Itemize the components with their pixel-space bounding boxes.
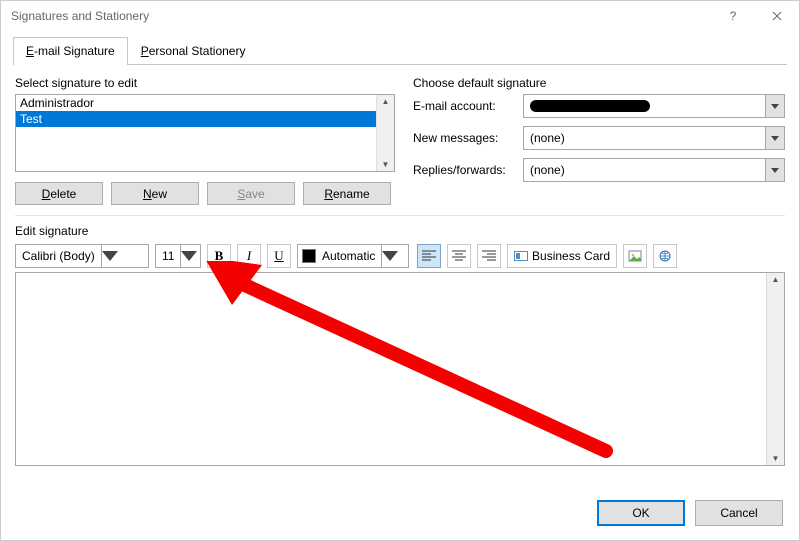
align-right-button[interactable] xyxy=(477,244,501,268)
email-account-label: E-mail account: xyxy=(413,99,523,113)
dialog-footer: OK Cancel xyxy=(1,484,799,540)
editor-scrollbar[interactable]: ▲ ▼ xyxy=(766,273,784,465)
cancel-button[interactable]: Cancel xyxy=(695,500,783,526)
tab-row: E-mail Signature Personal Stationery xyxy=(1,37,799,65)
dialog-window: Signatures and Stationery ? E-mail Signa… xyxy=(0,0,800,541)
hyperlink-icon xyxy=(658,250,672,262)
help-button[interactable]: ? xyxy=(711,1,755,31)
new-messages-combo[interactable]: (none) xyxy=(523,126,785,150)
signature-button-row: Delete New Save Rename xyxy=(15,182,395,205)
list-item[interactable]: Administrador xyxy=(16,95,394,111)
redacted-email xyxy=(530,100,650,112)
underline-button[interactable]: U xyxy=(267,244,291,268)
font-size-combo[interactable]: 11 xyxy=(155,244,201,268)
close-icon xyxy=(772,11,782,21)
default-signature-header: Choose default signature xyxy=(413,76,785,90)
left-panel: Select signature to edit Administrador T… xyxy=(15,76,395,205)
font-color-combo[interactable]: Automatic xyxy=(297,244,409,268)
new-messages-label: New messages: xyxy=(413,131,523,145)
insert-picture-button[interactable] xyxy=(623,244,647,268)
close-button[interactable] xyxy=(755,1,799,31)
right-panel: Choose default signature E-mail account:… xyxy=(413,76,785,205)
tab-personal-stationery[interactable]: Personal Stationery xyxy=(128,37,259,65)
align-left-icon xyxy=(422,250,436,262)
replies-forwards-label: Replies/forwards: xyxy=(413,163,523,177)
business-card-icon xyxy=(514,250,528,262)
align-center-icon xyxy=(452,250,466,262)
chevron-down-icon xyxy=(381,245,398,267)
align-left-button[interactable] xyxy=(417,244,441,268)
color-swatch-icon xyxy=(302,249,316,263)
chevron-down-icon xyxy=(180,245,197,267)
separator xyxy=(15,215,785,216)
email-account-combo[interactable] xyxy=(523,94,785,118)
select-signature-label: Select signature to edit xyxy=(15,76,395,90)
tab-divider xyxy=(13,64,787,65)
chevron-down-icon xyxy=(765,127,784,149)
scroll-up-icon: ▲ xyxy=(772,275,780,284)
scroll-down-icon: ▼ xyxy=(382,160,390,169)
font-family-combo[interactable]: Calibri (Body) xyxy=(15,244,149,268)
tab-content: Select signature to edit Administrador T… xyxy=(1,66,799,484)
chevron-down-icon xyxy=(765,159,784,181)
rename-button[interactable]: Rename xyxy=(303,182,391,205)
align-right-icon xyxy=(482,250,496,262)
picture-icon xyxy=(628,250,642,262)
replies-forwards-combo[interactable]: (none) xyxy=(523,158,785,182)
new-button[interactable]: New xyxy=(111,182,199,205)
title-bar: Signatures and Stationery ? xyxy=(1,1,799,31)
signature-list[interactable]: Administrador Test ▲ ▼ xyxy=(15,94,395,172)
signature-editor[interactable]: ▲ ▼ xyxy=(15,272,785,466)
bold-button[interactable]: B xyxy=(207,244,231,268)
align-center-button[interactable] xyxy=(447,244,471,268)
edit-signature-label: Edit signature xyxy=(15,224,785,238)
chevron-down-icon xyxy=(101,245,118,267)
tab-email-signature[interactable]: E-mail Signature xyxy=(13,37,128,65)
ok-button[interactable]: OK xyxy=(597,500,685,526)
insert-hyperlink-button[interactable] xyxy=(653,244,677,268)
chevron-down-icon xyxy=(765,95,784,117)
list-item[interactable]: Test xyxy=(16,111,394,127)
scroll-up-icon: ▲ xyxy=(382,97,390,106)
italic-button[interactable]: I xyxy=(237,244,261,268)
list-scrollbar[interactable]: ▲ ▼ xyxy=(376,95,394,171)
scroll-down-icon: ▼ xyxy=(772,454,780,463)
delete-button[interactable]: Delete xyxy=(15,182,103,205)
save-button[interactable]: Save xyxy=(207,182,295,205)
business-card-button[interactable]: Business Card xyxy=(507,244,617,268)
window-title: Signatures and Stationery xyxy=(11,9,149,23)
editor-toolbar: Calibri (Body) 11 B I U Automatic Busine… xyxy=(15,244,785,268)
